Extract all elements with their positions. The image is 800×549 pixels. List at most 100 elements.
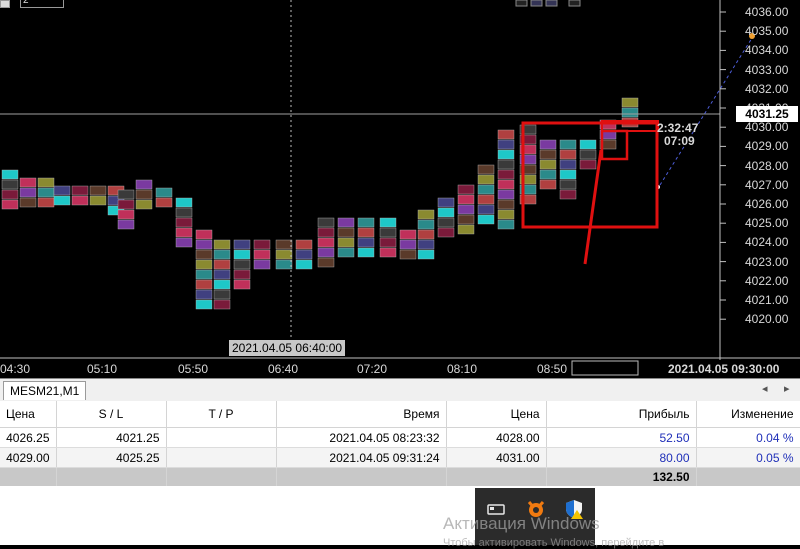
cluster-cell (195, 299, 213, 310)
toolbar-icon-2 (530, 0, 543, 7)
mode-selector[interactable] (0, 0, 10, 8)
header-price[interactable]: Цена (446, 401, 547, 428)
cluster-cell (317, 247, 335, 258)
cluster-cell (379, 247, 397, 258)
cluster-cell (579, 159, 597, 170)
header-price-open[interactable]: Цена (0, 401, 57, 428)
cluster-cell (457, 194, 475, 205)
cluster-cell (37, 177, 55, 188)
price-axis-label: 4022.00 (745, 273, 789, 288)
toolbar-icon-3 (545, 0, 558, 7)
table-row[interactable]: 4029.00 4025.25 2021.04.05 09:31:24 4031… (0, 447, 800, 468)
cluster-cell (117, 189, 135, 200)
header-profit[interactable]: Прибыль (546, 401, 697, 428)
cluster-cell (195, 239, 213, 250)
header-change[interactable]: Изменение (696, 401, 800, 428)
cluster-cell (379, 237, 397, 248)
tab-scroll-right-icon[interactable]: ▸ (784, 382, 790, 395)
cluster-cell (253, 259, 271, 270)
cluster-cell (117, 209, 135, 220)
cluster-cell (559, 179, 577, 190)
cluster-cell (37, 187, 55, 198)
header-sl[interactable]: S / L (56, 401, 167, 428)
activation-watermark-subtitle: Чтобы активировать Windows, перейдите в (443, 537, 665, 549)
cluster-cell (337, 247, 355, 258)
cluster-cell (19, 197, 37, 208)
mode-select[interactable]: 2 (20, 0, 64, 8)
cluster-cell (457, 224, 475, 235)
cell-price: 4028.00 (446, 427, 547, 448)
cluster-cell (317, 237, 335, 248)
chart-area[interactable]: 2 4036.00 4035.00 4034.00 4033.00 4032.00 403… (0, 0, 800, 378)
cluster-cell (233, 269, 251, 280)
price-axis-label: 4027.00 (745, 177, 789, 192)
cluster-cell (155, 187, 173, 198)
cluster-cell (621, 97, 639, 108)
cluster-cell (233, 279, 251, 290)
cluster-cell (213, 269, 231, 280)
cluster-cell (379, 217, 397, 228)
cluster-cell (621, 107, 639, 118)
cluster-cell (457, 204, 475, 215)
header-tp[interactable]: T / P (166, 401, 277, 428)
cluster-cell (295, 239, 313, 250)
table-header-row: Цена S / L T / P Время Цена Прибыль Изме… (0, 401, 800, 428)
cluster-cell (497, 219, 515, 230)
table-row[interactable]: 4026.25 4021.25 2021.04.05 08:23:32 4028… (0, 427, 800, 448)
current-price-value: 4031.25 (745, 107, 789, 121)
cluster-cell (417, 249, 435, 260)
cluster-cell (195, 249, 213, 260)
trade-table-panel: Цена S / L T / P Время Цена Прибыль Изме… (0, 401, 800, 545)
cluster-cell (213, 259, 231, 270)
cluster-cell (195, 259, 213, 270)
footprint-chart[interactable] (0, 0, 800, 378)
cluster-cell (417, 209, 435, 220)
cluster-cell (559, 159, 577, 170)
cluster-cell (89, 195, 107, 206)
symbol-tab-label: MESM21,M1 (10, 384, 80, 398)
price-axis-label: 4036.00 (745, 5, 789, 19)
cluster-cell (135, 199, 153, 210)
header-time[interactable]: Время (276, 401, 447, 428)
cell-time: 2021.04.05 09:31:24 (276, 447, 447, 468)
cluster-cell (135, 189, 153, 200)
cluster-cell (195, 289, 213, 300)
cluster-cell (399, 229, 417, 240)
cluster-cell (213, 249, 231, 260)
cluster-cell (1, 169, 19, 180)
time-axis-label: 08:50 (537, 362, 568, 376)
mode-select-value: 2 (23, 0, 29, 6)
avast-icon[interactable] (525, 498, 547, 520)
cluster-cell (559, 149, 577, 160)
price-axis-label: 4028.00 (745, 158, 789, 173)
cluster-cell (295, 259, 313, 270)
network-icon[interactable] (485, 498, 507, 520)
cluster-cell (497, 149, 515, 160)
cluster-cell (53, 185, 71, 196)
price-axis-label: 4025.00 (745, 216, 789, 231)
cluster-cell (213, 239, 231, 250)
cluster-cell (253, 249, 271, 260)
cluster-cell (497, 159, 515, 170)
cluster-cell (497, 189, 515, 200)
cell-change: 0.05 % (696, 447, 800, 468)
cluster-cell (357, 237, 375, 248)
toolbar-icon-1 (515, 0, 528, 7)
cluster-cell (53, 195, 71, 206)
time-axis-label: 05:10 (87, 362, 118, 376)
current-price-badge: 4031.25 (736, 106, 798, 122)
bar-timer-secondary: 07:09 (664, 134, 695, 148)
time-axis-label: 06:40 (268, 362, 299, 376)
tab-scroll-left-icon[interactable]: ◂ (762, 382, 768, 395)
right-time-label: 2021.04.05 09:30:00 (668, 362, 779, 376)
cluster-cell (477, 214, 495, 225)
cluster-cell (253, 239, 271, 250)
cluster-cell (337, 217, 355, 228)
cluster-cell (117, 219, 135, 230)
symbol-tab[interactable]: MESM21,M1 (3, 381, 87, 400)
cluster-cell (497, 179, 515, 190)
shield-warning-icon[interactable] (563, 498, 585, 520)
cluster-cell (175, 227, 193, 238)
cluster-cell (539, 169, 557, 180)
cluster-cell (539, 179, 557, 190)
